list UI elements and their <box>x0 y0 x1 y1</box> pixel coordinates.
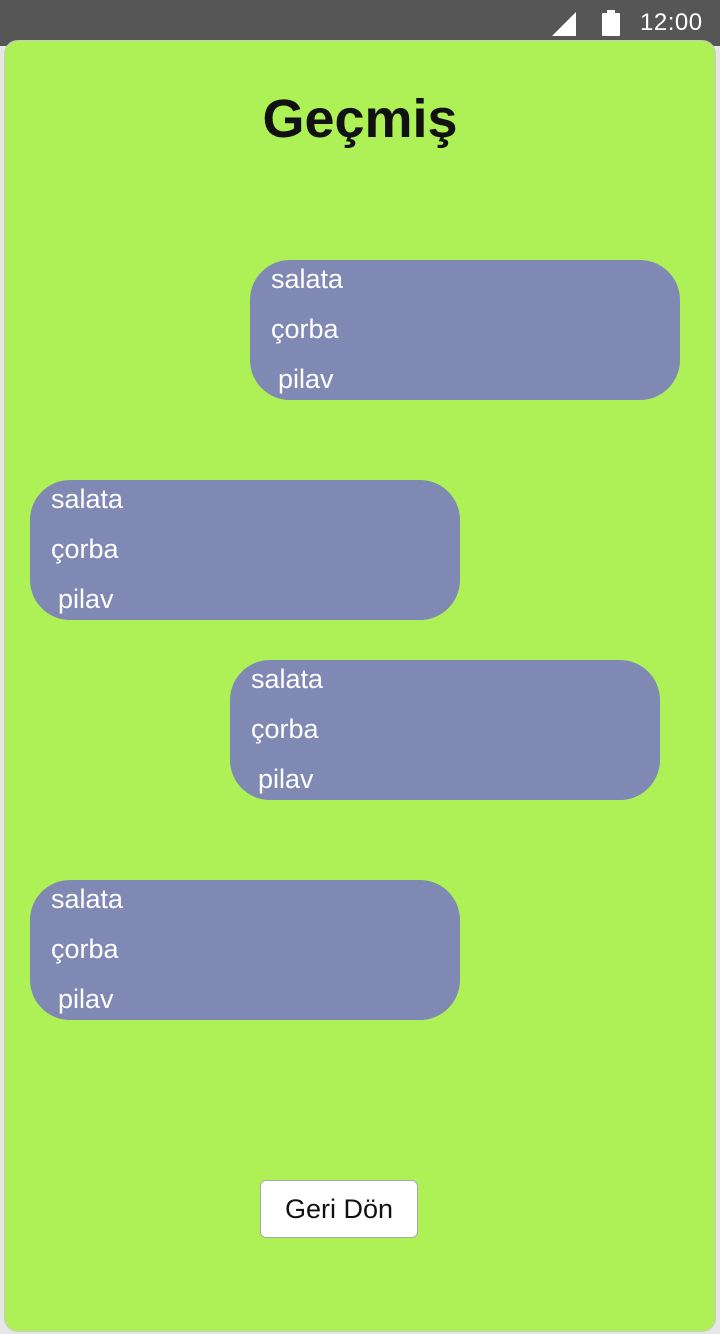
cellular-signal-icon <box>552 12 576 36</box>
back-button[interactable]: Geri Dön <box>260 1180 418 1238</box>
status-time: 12:00 <box>640 9 703 36</box>
history-item: çorba <box>51 534 119 564</box>
history-item: salata <box>51 884 124 914</box>
history-entry[interactable]: salata çorba pilav <box>30 880 460 1020</box>
history-entry[interactable]: salata çorba pilav <box>30 480 460 620</box>
history-item: pilav <box>58 584 114 614</box>
history-item: pilav <box>58 984 114 1014</box>
page-title: Geçmiş <box>262 89 458 149</box>
battery-icon <box>602 10 620 36</box>
history-item: salata <box>51 484 124 514</box>
history-entry[interactable]: salata çorba pilav <box>230 660 660 800</box>
history-item: salata <box>251 664 324 694</box>
history-item: çorba <box>271 314 339 344</box>
history-item: çorba <box>51 934 119 964</box>
history-item: salata <box>271 264 344 294</box>
history-item: pilav <box>278 364 334 394</box>
history-entry[interactable]: salata çorba pilav <box>250 260 680 400</box>
history-item: çorba <box>251 714 319 744</box>
history-item: pilav <box>258 764 314 794</box>
